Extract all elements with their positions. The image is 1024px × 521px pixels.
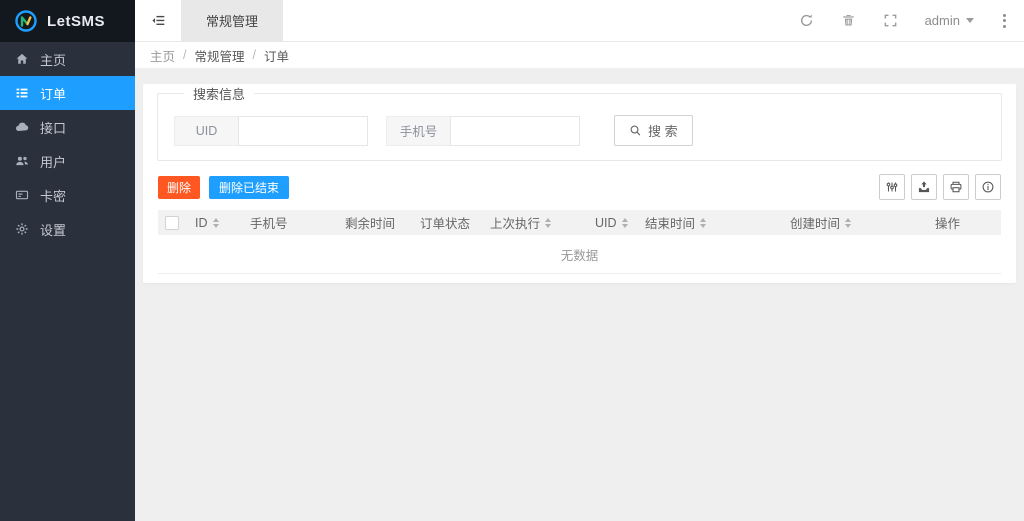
orders-table: ID 手机号 剩余时间 订单状态 上次执行 bbox=[158, 210, 1001, 274]
column-header-order-status: 订单状态 bbox=[413, 213, 483, 232]
main-area: 常规管理 admin 主页 / bbox=[135, 0, 1024, 521]
table-tools bbox=[879, 174, 1001, 200]
breadcrumb-separator: / bbox=[183, 48, 186, 62]
sort-icon[interactable] bbox=[700, 218, 706, 228]
brand-name: LetSMS bbox=[47, 13, 105, 30]
more-menu-icon[interactable] bbox=[1001, 12, 1008, 30]
user-menu[interactable]: admin bbox=[925, 13, 974, 28]
sidebar-item-settings[interactable]: 设置 bbox=[0, 212, 135, 246]
sidebar-item-label: 卡密 bbox=[40, 186, 66, 205]
sidebar-item-users[interactable]: 用户 bbox=[0, 144, 135, 178]
column-header-phone: 手机号 bbox=[243, 213, 338, 232]
sidebar-item-api[interactable]: 接口 bbox=[0, 110, 135, 144]
uid-input[interactable] bbox=[238, 116, 368, 146]
phone-field-group: 手机号 bbox=[386, 116, 580, 146]
table-empty-state: 无数据 bbox=[158, 235, 1001, 274]
breadcrumb: 主页 / 常规管理 / 订单 bbox=[135, 42, 1024, 68]
print-button[interactable] bbox=[943, 174, 969, 200]
brand: LetSMS bbox=[0, 0, 135, 42]
uid-field-group: UID bbox=[174, 116, 368, 146]
info-button[interactable] bbox=[975, 174, 1001, 200]
topbar-actions: admin bbox=[799, 0, 1024, 41]
username: admin bbox=[925, 13, 960, 28]
export-icon bbox=[917, 180, 931, 194]
chevron-down-icon bbox=[966, 18, 974, 23]
orders-card: 搜索信息 UID 手机号 搜 索 bbox=[143, 84, 1016, 283]
app-root: LetSMS 主页 订单 接口 bbox=[0, 0, 1024, 521]
sort-icon[interactable] bbox=[622, 218, 628, 228]
sidebar-item-label: 设置 bbox=[40, 220, 66, 239]
search-panel-title: 搜索信息 bbox=[184, 84, 254, 103]
home-icon bbox=[15, 52, 29, 66]
sidebar: LetSMS 主页 订单 接口 bbox=[0, 0, 135, 521]
search-panel: 搜索信息 UID 手机号 搜 索 bbox=[157, 84, 1002, 161]
collapse-sidebar-icon bbox=[151, 13, 166, 28]
cloud-icon bbox=[15, 120, 29, 134]
settings-icon bbox=[15, 222, 29, 236]
sidebar-item-orders[interactable]: 订单 bbox=[0, 76, 135, 110]
content-area: 搜索信息 UID 手机号 搜 索 bbox=[135, 68, 1024, 521]
breadcrumb-separator: / bbox=[253, 48, 256, 62]
table-toolbar: 删除 删除已结束 bbox=[143, 161, 1016, 210]
sidebar-item-label: 主页 bbox=[40, 50, 66, 69]
sidebar-nav: 主页 订单 接口 用户 bbox=[0, 42, 135, 246]
sidebar-item-cards[interactable]: 卡密 bbox=[0, 178, 135, 212]
select-all-cell bbox=[158, 216, 188, 230]
delete-button[interactable]: 删除 bbox=[158, 176, 200, 199]
column-header-uid[interactable]: UID bbox=[588, 216, 638, 230]
brand-logo-icon bbox=[14, 9, 38, 33]
refresh-icon[interactable] bbox=[799, 13, 814, 28]
info-icon bbox=[981, 180, 995, 194]
column-header-actions: 操作 bbox=[928, 213, 1001, 232]
column-header-end-time[interactable]: 结束时间 bbox=[638, 213, 783, 232]
sort-icon[interactable] bbox=[845, 218, 851, 228]
export-button[interactable] bbox=[911, 174, 937, 200]
trash-icon[interactable] bbox=[841, 13, 856, 28]
column-header-last-run[interactable]: 上次执行 bbox=[483, 213, 588, 232]
search-form: UID 手机号 搜 索 bbox=[174, 115, 986, 146]
search-icon bbox=[629, 124, 642, 137]
select-all-checkbox[interactable] bbox=[165, 216, 179, 230]
collapse-sidebar-button[interactable] bbox=[135, 0, 181, 41]
table-header-row: ID 手机号 剩余时间 订单状态 上次执行 bbox=[158, 210, 1001, 235]
filter-columns-button[interactable] bbox=[879, 174, 905, 200]
topbar: 常规管理 admin bbox=[135, 0, 1024, 42]
breadcrumb-orders[interactable]: 订单 bbox=[264, 46, 289, 65]
breadcrumb-home[interactable]: 主页 bbox=[150, 46, 175, 65]
orders-icon bbox=[15, 86, 29, 100]
column-header-created-time[interactable]: 创建时间 bbox=[783, 213, 928, 232]
tab-label: 常规管理 bbox=[206, 11, 258, 30]
uid-field-label: UID bbox=[174, 116, 238, 146]
filter-columns-icon bbox=[885, 180, 899, 194]
sidebar-item-label: 接口 bbox=[40, 118, 66, 137]
search-button[interactable]: 搜 索 bbox=[614, 115, 693, 146]
phone-input[interactable] bbox=[450, 116, 580, 146]
breadcrumb-general[interactable]: 常规管理 bbox=[195, 46, 245, 65]
empty-text: 无数据 bbox=[561, 245, 599, 264]
sidebar-item-label: 订单 bbox=[40, 84, 66, 103]
sort-icon[interactable] bbox=[545, 218, 551, 228]
column-header-id[interactable]: ID bbox=[188, 216, 243, 230]
print-icon bbox=[949, 180, 963, 194]
sidebar-item-label: 用户 bbox=[40, 152, 66, 171]
phone-field-label: 手机号 bbox=[386, 116, 450, 146]
card-icon bbox=[15, 188, 29, 202]
search-button-label: 搜 索 bbox=[648, 121, 678, 140]
column-header-remaining-time: 剩余时间 bbox=[338, 213, 413, 232]
users-icon bbox=[15, 154, 29, 168]
sidebar-item-home[interactable]: 主页 bbox=[0, 42, 135, 76]
sort-icon[interactable] bbox=[213, 218, 219, 228]
delete-finished-button[interactable]: 删除已结束 bbox=[209, 176, 289, 199]
fullscreen-icon[interactable] bbox=[883, 13, 898, 28]
tab-general-management[interactable]: 常规管理 bbox=[181, 0, 283, 41]
